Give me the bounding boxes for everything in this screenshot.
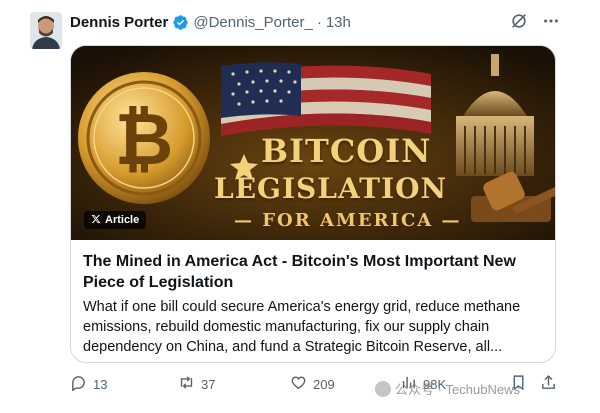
banner-title-line3: — FOR AMERICA — [234,210,462,231]
watermark-text: 公众号 · TechubNews [395,382,520,397]
more-icon[interactable] [542,12,560,30]
tweet-timestamp[interactable]: 13h [326,14,351,31]
wechat-logo-icon [375,380,391,397]
watermark: 公众号 · TechubNews [375,379,520,398]
article-badge-label: Article [105,214,140,226]
svg-text:₿: ₿ [115,97,174,181]
avatar[interactable] [30,12,62,49]
share-button[interactable] [540,374,557,394]
repost-icon [178,374,195,394]
repost-button[interactable]: 37 [178,374,215,394]
article-badge: Article [84,211,147,229]
share-icon [540,374,557,394]
article-banner-image: ₿ BITCOIN LEGISLATION — FOR AMERICA — Ar… [71,46,555,240]
like-button[interactable]: 209 [290,374,335,394]
separator-dot: · [316,13,322,31]
banner-title-line1: BITCOIN [261,132,432,170]
banner-title-line2: LEGISLATION [214,172,448,205]
reply-icon [70,374,87,394]
article-title[interactable]: The Mined in America Act - Bitcoin's Mos… [83,251,545,293]
verified-badge-icon [172,14,189,31]
reply-button[interactable]: 13 [70,374,107,394]
reply-count: 13 [93,376,108,392]
repost-count: 37 [201,376,216,392]
grok-icon[interactable] [510,12,528,30]
article-description: What if one bill could secure America's … [83,299,521,355]
heart-icon [290,374,307,394]
like-count: 209 [313,376,335,392]
tweet-header: Dennis Porter @Dennis_Porter_ · 13h [70,12,351,32]
author-handle[interactable]: @Dennis_Porter_ [193,14,312,31]
avatar-image [30,12,62,49]
author-name[interactable]: Dennis Porter [70,14,168,31]
header-actions [510,12,560,30]
article-card[interactable]: ₿ BITCOIN LEGISLATION — FOR AMERICA — Ar… [70,45,556,363]
x-logo-icon [91,214,101,227]
